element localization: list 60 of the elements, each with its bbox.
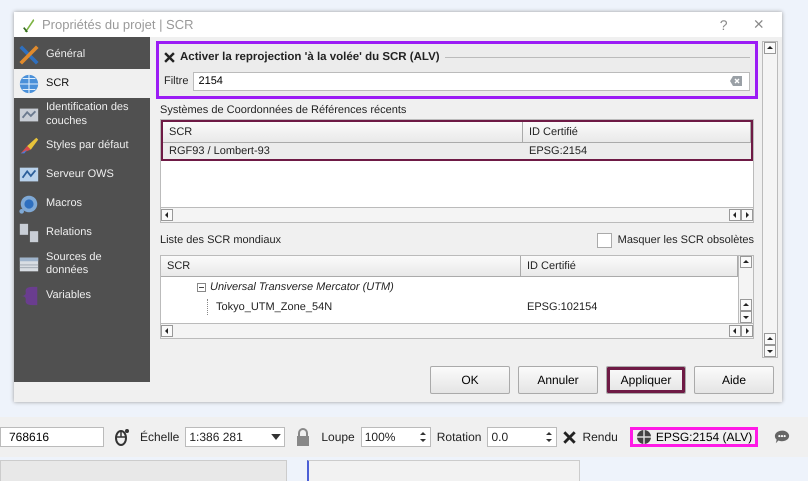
sidebar-item[interactable]: Sources de données: [14, 248, 150, 281]
column-header[interactable]: SCR: [161, 256, 521, 277]
sidebar-item[interactable]: Identification des couches: [14, 98, 150, 132]
scale-label: Échelle: [140, 430, 180, 444]
sidebar-item[interactable]: Macros: [14, 190, 150, 218]
dialog-button[interactable]: Annuler: [518, 366, 598, 394]
tables-icon: [18, 222, 40, 244]
column-header[interactable]: ID Certifié: [521, 256, 738, 277]
tools-icon: [18, 44, 40, 66]
column-header[interactable]: SCR: [163, 122, 523, 143]
collapse-icon[interactable]: [197, 282, 206, 292]
gear-icon: [18, 193, 40, 215]
column-header[interactable]: ID Certifié: [523, 122, 751, 143]
section-title: Liste des SCR mondiaux: [160, 234, 282, 246]
clear-icon[interactable]: [730, 76, 742, 86]
sidebar-item[interactable]: SCR: [14, 69, 150, 98]
magnifier-label: Loupe: [321, 430, 355, 444]
mouse-icon[interactable]: [114, 428, 130, 446]
sidebar-item[interactable]: Serveur OWS: [14, 160, 150, 190]
dialog-button[interactable]: Aide: [694, 366, 774, 394]
coordinate-field[interactable]: 768616: [0, 427, 104, 447]
app-logo-icon: [22, 16, 36, 32]
vertical-scrollbar[interactable]: [762, 41, 778, 358]
vertical-scrollbar[interactable]: [738, 256, 753, 323]
magnifier-spinbox[interactable]: 100%: [360, 427, 431, 447]
globe-icon: [18, 72, 40, 94]
spin-arrows-icon[interactable]: [545, 430, 554, 444]
filter-label: Filtre: [164, 75, 188, 87]
section-title: Systèmes de Coordonnées de Références récents: [160, 104, 408, 116]
crs-button[interactable]: EPSG:2154 (ALV): [630, 427, 758, 447]
tree-item[interactable]: Universal Transverse Mercator (UTM): [210, 281, 394, 293]
table-cell-text: EPSG:2154: [528, 144, 588, 159]
window-title: Propriétés du projet | SCR: [42, 17, 194, 32]
table-cell-text: EPSG:102154: [526, 300, 598, 315]
rotation-label: Rotation: [436, 430, 482, 444]
horizontal-scrollbar[interactable]: [161, 207, 753, 222]
dropdown-icon[interactable]: [271, 434, 282, 440]
obsolete-label: Masquer les SCR obsolètes: [618, 234, 754, 246]
render-checkbox[interactable]: [563, 430, 576, 444]
dialog-button[interactable]: Appliquer: [606, 366, 686, 394]
help-button[interactable]: ?: [710, 16, 738, 32]
table-cell-text: RGF93 / Lombert-93: [168, 144, 271, 159]
sidebar-item[interactable]: Variables: [14, 281, 150, 310]
reprojection-checkbox[interactable]: [164, 52, 175, 62]
filter-field[interactable]: 2154: [193, 72, 750, 90]
reprojection-label: Activer la reprojection 'à la volée' du SCR (ALV): [180, 51, 440, 63]
rotation-spinbox[interactable]: 0.0: [487, 427, 558, 447]
horizontal-scrollbar[interactable]: [161, 323, 753, 338]
obsolete-checkbox[interactable]: [596, 232, 612, 248]
dialog-button[interactable]: OK: [430, 366, 510, 394]
lock-icon[interactable]: [295, 428, 312, 446]
sidebar-item[interactable]: Relations: [14, 218, 150, 248]
sidebar-item[interactable]: Général: [14, 40, 150, 69]
sidebar-item[interactable]: Styles par défaut: [14, 132, 150, 160]
close-button[interactable]: ×: [743, 14, 774, 35]
globe-icon: [636, 429, 652, 445]
tree-item[interactable]: Tokyo_UTM_Zone_54N: [207, 299, 338, 315]
scale-combobox[interactable]: 1:386 281: [185, 427, 286, 447]
render-label: Rendu: [582, 430, 618, 444]
spin-arrows-icon[interactable]: [418, 430, 427, 444]
